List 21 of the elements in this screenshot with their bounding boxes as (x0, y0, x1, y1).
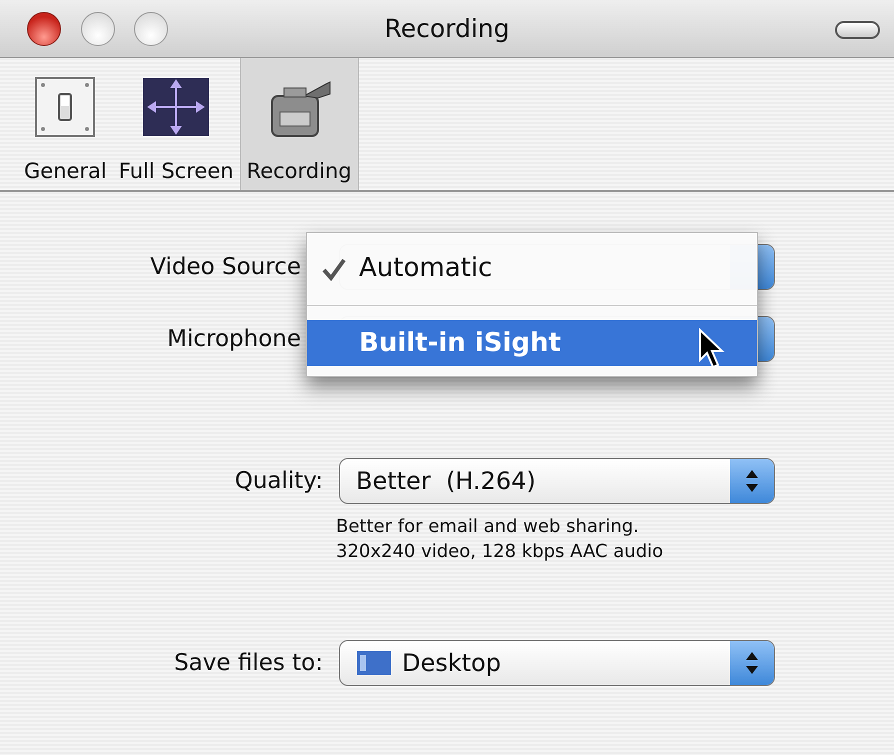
quality-description: Better for email and web sharing. 320x240 video, 128 kbps AAC audio (336, 515, 664, 564)
field-label: Quality: (234, 466, 324, 496)
stepper-icon (745, 650, 759, 676)
toolbar-tab[interactable]: Recording (240, 58, 359, 190)
popup-button[interactable]: Desktop (339, 640, 775, 686)
checkmark-icon (321, 257, 347, 281)
desktop-folder-icon (356, 649, 392, 677)
close-button[interactable] (27, 12, 61, 46)
stepper-icon (745, 468, 759, 494)
toolbar-toggle-button[interactable] (835, 21, 880, 39)
window-title: Recording (384, 14, 510, 43)
minimize-button[interactable] (81, 12, 115, 46)
toolbar-tab[interactable]: General (18, 58, 113, 190)
field-label: Microphone (166, 324, 302, 354)
field-label: Video Source (149, 252, 302, 282)
popup-button[interactable]: Better (H.264) (339, 458, 775, 504)
toolbar-tab[interactable]: Full Screen (112, 58, 240, 190)
menu-item[interactable]: Built-in iSight (307, 320, 757, 366)
zoom-button[interactable] (134, 12, 168, 46)
menu-item[interactable]: Automatic (307, 245, 757, 291)
field-label: Save files to: (173, 648, 324, 678)
